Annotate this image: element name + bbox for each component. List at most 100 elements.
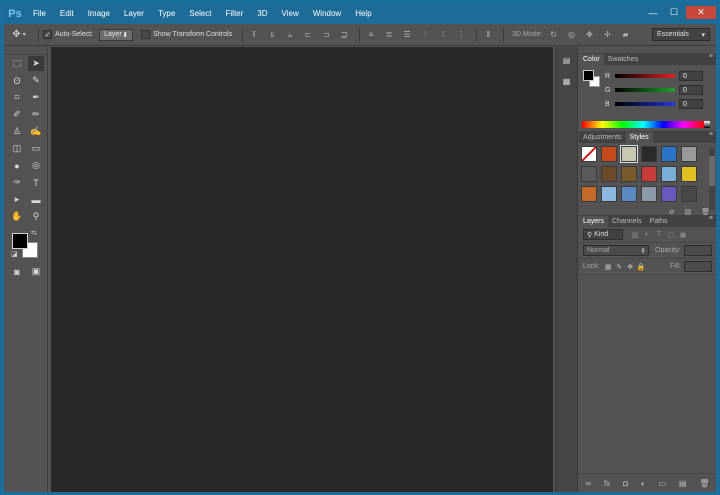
lock-all-icon[interactable]: 🔒 [636,263,647,271]
panel-menu-icon[interactable]: ≡ [709,131,713,138]
rectangle-shape-icon[interactable]: ▬ [28,192,44,207]
zoom-icon[interactable]: ⚲ [28,209,44,224]
fill-input[interactable] [684,261,712,272]
menu-select[interactable]: Select [182,4,218,24]
dodge-icon[interactable]: ◎ [28,158,44,173]
lasso-icon[interactable]: ʘ [9,73,25,88]
align-right-icon[interactable]: ⊒ [337,29,351,41]
foreground-color[interactable] [12,233,28,249]
quick-selection-icon[interactable]: ✎ [28,73,44,88]
style-swatch[interactable] [621,166,637,182]
toolbar-grip[interactable] [4,47,47,55]
align-top-icon[interactable]: ⫪ [247,29,261,41]
menu-file[interactable]: File [26,4,53,24]
pen-icon[interactable]: ✑ [9,175,25,190]
menu-type[interactable]: Type [151,4,182,24]
brush-icon[interactable]: ✏ [28,107,44,122]
style-swatch[interactable] [601,186,617,202]
style-swatch[interactable] [621,186,637,202]
minimize-button[interactable]: — [644,6,662,19]
style-swatch[interactable] [641,146,657,162]
align-left-icon[interactable]: ⊏ [301,29,315,41]
new-layer-icon[interactable]: ▤ [679,479,687,488]
hand-icon[interactable]: ✋ [9,209,25,224]
default-colors-icon[interactable]: ◪ [11,250,18,258]
tab-channels[interactable]: Channels [608,216,646,227]
eyedropper-icon[interactable]: ✒ [28,90,44,105]
green-slider[interactable] [615,88,675,92]
new-group-icon[interactable]: ▭ [658,479,666,488]
style-swatch[interactable] [681,186,697,202]
path-selection-icon[interactable]: ▸ [9,192,25,207]
distribute-left-icon[interactable]: ⦙ [418,29,432,41]
filter-shape-icon[interactable]: ▢ [665,231,677,239]
style-swatch[interactable] [661,186,677,202]
align-hcenter-icon[interactable]: ⊐ [319,29,333,41]
3d-slide-icon[interactable]: ✢ [600,29,614,41]
style-swatch[interactable] [581,146,597,162]
filter-pixel-icon[interactable]: ▧ [629,231,641,239]
menu-3d[interactable]: 3D [250,4,274,24]
tab-swatches[interactable]: Swatches [604,54,642,65]
distribute-right-icon[interactable]: ⋮ [454,29,468,41]
lock-pixels-icon[interactable]: ✎ [614,263,625,271]
workspace-switcher[interactable]: Essentials ▾ [652,28,710,41]
scrollbar-thumb[interactable] [709,156,715,186]
blue-value-input[interactable]: 0 [679,99,703,109]
style-swatch[interactable] [661,146,677,162]
healing-brush-icon[interactable]: ✐ [9,107,25,122]
panel-menu-icon[interactable]: ≡ [709,53,713,60]
style-swatch[interactable] [581,186,597,202]
lock-transparent-icon[interactable]: ▦ [603,263,614,271]
screen-mode-icon[interactable]: ▣ [28,264,44,279]
distribute-vcenter-icon[interactable]: ≣ [382,29,396,41]
swap-colors-icon[interactable]: ⇆ [31,229,37,237]
green-value-input[interactable]: 0 [679,85,703,95]
style-swatch[interactable] [601,166,617,182]
clone-stamp-icon[interactable]: ♙ [9,124,25,139]
close-button[interactable]: ✕ [686,6,716,19]
tab-layers[interactable]: Layers [579,216,609,227]
3d-rotate-icon[interactable]: ↻ [546,29,560,41]
color-spectrum[interactable] [582,121,704,128]
red-value-input[interactable]: 0 [679,71,703,81]
blend-mode-dropdown[interactable]: Normal ⬍ [583,245,649,256]
blur-icon[interactable]: ● [9,158,25,173]
opacity-input[interactable] [683,245,712,256]
style-swatch[interactable] [641,166,657,182]
delete-layer-icon[interactable]: 🗑 [699,479,709,488]
new-adjustment-icon[interactable]: ◐ [641,479,646,488]
filter-smart-object-icon[interactable]: ▣ [677,231,689,239]
tab-adjustments[interactable]: Adjustments [579,132,626,143]
maximize-button[interactable]: ☐ [665,6,683,19]
type-icon[interactable]: T [28,175,44,190]
styles-scrollbar[interactable] [709,148,715,210]
menu-filter[interactable]: Filter [219,4,251,24]
auto-select-checkbox[interactable]: ✓ [43,30,52,39]
marquee-icon[interactable]: ⬚ [9,56,25,71]
menu-layer[interactable]: Layer [117,4,151,24]
menu-view[interactable]: View [275,4,306,24]
filter-kind-dropdown[interactable]: ⚲ Kind [583,229,623,240]
tool-preset-picker[interactable]: ✥ ▾ [4,29,34,40]
add-mask-icon[interactable]: ◘ [623,479,628,488]
style-swatch[interactable] [641,186,657,202]
distribute-bottom-icon[interactable]: ☰ [400,29,414,41]
menu-help[interactable]: Help [348,4,378,24]
style-swatch[interactable] [620,145,638,163]
tab-styles[interactable]: Styles [625,132,653,143]
canvas-area[interactable] [51,47,553,492]
3d-drag-icon[interactable]: ✥ [582,29,596,41]
3d-scale-icon[interactable]: ▰ [618,29,632,41]
style-swatch[interactable] [661,166,677,182]
style-swatch[interactable] [601,146,617,162]
quick-mask-icon[interactable]: ◙ [9,264,25,279]
eraser-icon[interactable]: ◫ [9,141,25,156]
align-vcenter-icon[interactable]: ⫫ [265,29,279,41]
distribute-top-icon[interactable]: ≡ [364,29,378,41]
foreground-color[interactable] [583,70,594,81]
filter-adjustment-icon[interactable]: ◐ [641,231,653,238]
3d-roll-icon[interactable]: ◎ [564,29,578,41]
style-swatch[interactable] [681,146,697,162]
menu-window[interactable]: Window [306,4,348,24]
